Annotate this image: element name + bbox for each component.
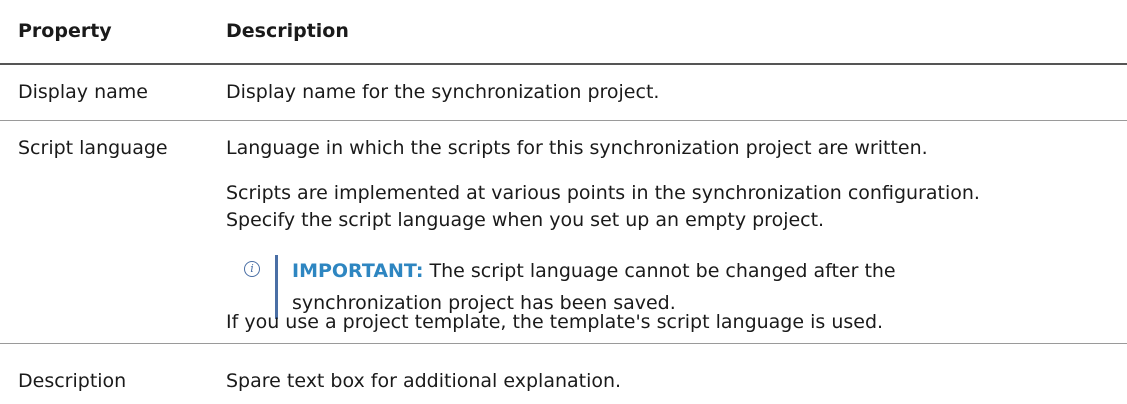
info-icon: i xyxy=(244,261,260,277)
important-note: i IMPORTANT: The script language cannot … xyxy=(244,255,944,319)
description-paragraph: Scripts are implemented at various point… xyxy=(226,182,980,204)
description-paragraph: Language in which the scripts for this s… xyxy=(226,137,928,159)
table-row: Script language Language in which the sc… xyxy=(0,121,1127,344)
description-cell: Display name for the synchronization pro… xyxy=(226,81,660,103)
description-paragraph: If you use a project template, the templ… xyxy=(226,311,884,333)
note-bar xyxy=(275,255,278,319)
table-header: Property Description xyxy=(0,0,1127,65)
column-header-description: Description xyxy=(226,20,349,42)
property-cell: Display name xyxy=(18,81,148,103)
description-paragraph: Specify the script language when you set… xyxy=(226,209,825,231)
table-row: Display name Display name for the synchr… xyxy=(0,65,1127,121)
description-cell: Spare text box for additional explanatio… xyxy=(226,370,622,392)
property-cell: Script language xyxy=(18,137,168,159)
note-line1: The script language cannot be changed af… xyxy=(423,260,896,282)
note-text: IMPORTANT: The script language cannot be… xyxy=(292,255,896,319)
property-cell: Description xyxy=(18,370,127,392)
table-row: Description Spare text box for additiona… xyxy=(0,344,1127,404)
column-header-property: Property xyxy=(18,20,112,42)
note-label: IMPORTANT: xyxy=(292,260,424,282)
